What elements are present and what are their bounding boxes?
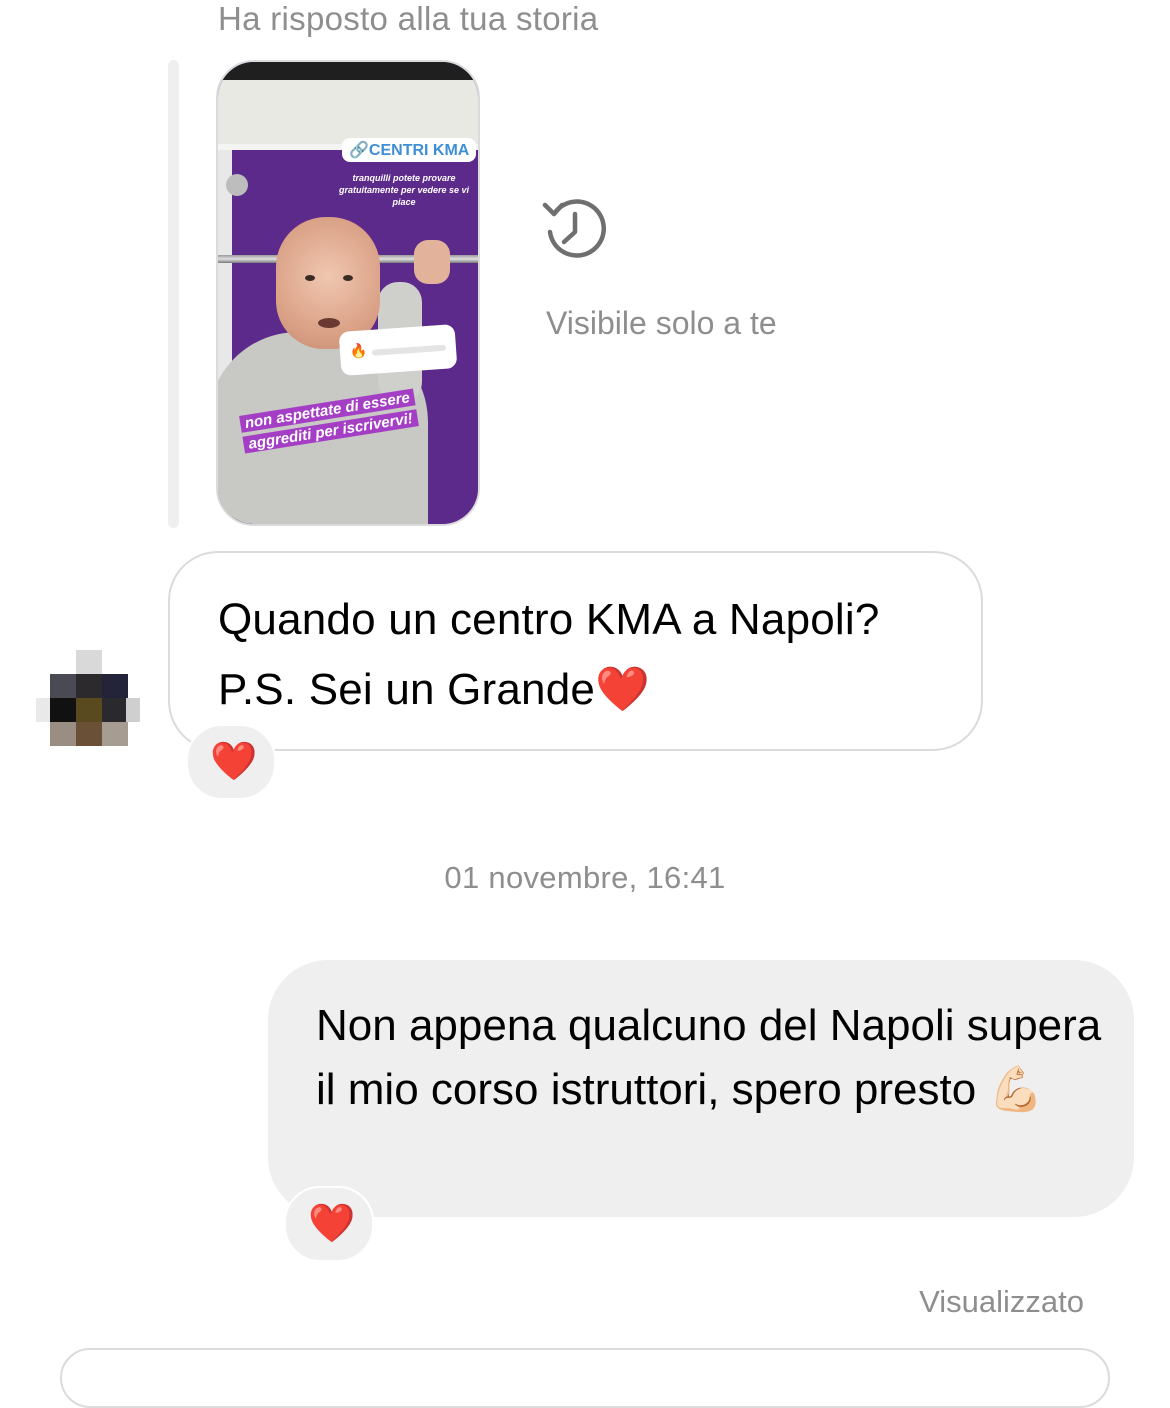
story-person-eye [343, 275, 353, 281]
story-person-head [276, 217, 380, 349]
avatar-pixel [76, 674, 102, 698]
outgoing-message-bubble[interactable]: Non appena qualcuno del Napoli supera il… [268, 960, 1134, 1217]
story-link-label: CENTRI KMA [368, 142, 470, 159]
avatar[interactable] [36, 650, 140, 764]
fire-icon: 🔥 [349, 342, 368, 360]
avatar-pixel [102, 674, 128, 698]
reply-to-story-label: Ha risposto alla tua storia [218, 0, 599, 37]
incoming-message-text: Quando un centro KMA a Napoli? P.S. Sei … [218, 585, 880, 725]
message-timestamp: 01 novembre, 16:41 [444, 860, 726, 895]
heart-icon: ❤️ [210, 741, 258, 783]
seen-status: Visualizzato [919, 1284, 1084, 1319]
incoming-message-line-text: P.S. Sei un Grande [218, 665, 596, 714]
quote-bar [168, 60, 179, 528]
heart-emoji: ❤️ [595, 665, 651, 714]
slider-track [371, 344, 447, 356]
story-ceiling [218, 62, 478, 144]
flexed-biceps-emoji: 💪🏻 [988, 1065, 1044, 1114]
heart-icon: ❤️ [308, 1203, 356, 1245]
story-speaker [226, 174, 248, 196]
incoming-reaction[interactable]: ❤️ [186, 724, 276, 800]
story-thumbnail[interactable]: 🔗CENTRI KMA tranquilli potete provare gr… [216, 60, 480, 526]
story-small-text: tranquilli potete provare gratuitamente … [338, 173, 470, 207]
incoming-message-bubble[interactable]: Quando un centro KMA a Napoli? P.S. Sei … [168, 551, 983, 751]
story-person-eye [305, 275, 315, 281]
avatar-pixel [102, 698, 128, 722]
avatar-pixel [50, 674, 76, 698]
story-person-mouth [318, 318, 340, 328]
incoming-message-line: Quando un centro KMA a Napoli? [218, 595, 880, 644]
incoming-message-line: P.S. Sei un Grande❤️ [218, 655, 880, 725]
avatar-pixel [76, 722, 102, 746]
story-person-hand [414, 240, 450, 284]
link-icon: 🔗 [349, 142, 369, 159]
outgoing-reaction[interactable]: ❤️ [284, 1186, 374, 1262]
avatar-pixel [102, 722, 128, 746]
outgoing-message-text: Non appena qualcuno del Napoli supera il… [316, 994, 1116, 1122]
story-emoji-slider: 🔥 [338, 324, 458, 376]
avatar-pixel [50, 722, 76, 746]
avatar-pixel [76, 698, 102, 722]
message-composer[interactable] [60, 1348, 1110, 1408]
clock-history-icon [542, 199, 607, 258]
outgoing-message-body: Non appena qualcuno del Napoli supera il… [316, 1001, 1102, 1114]
avatar-pixel [50, 698, 76, 722]
story-link-sticker: 🔗CENTRI KMA [342, 138, 477, 162]
avatar-pixel [76, 650, 102, 674]
visible-only-to-you-label: Visibile solo a te [546, 305, 777, 341]
avatar-pixel [126, 698, 140, 722]
